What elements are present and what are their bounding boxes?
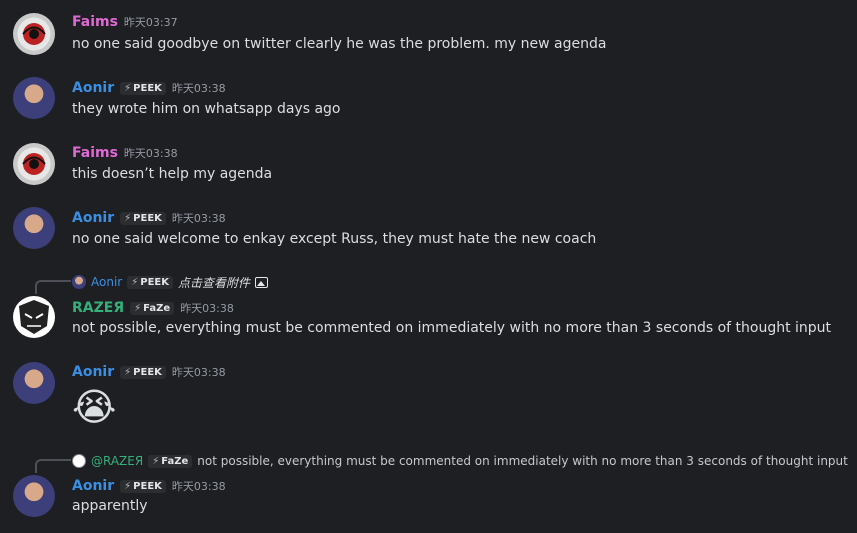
message-text: apparently [72,498,148,514]
author-name[interactable]: Faims [72,14,118,30]
reply-preview[interactable]: @RAZEЯ ⚡ FaZe not possible, everything mu… [72,453,848,469]
chat-message-list: Faims 昨天03:37 no one said goodbye on twi… [0,0,857,533]
timestamp: 昨天03:38 [171,82,226,95]
clan-tag: ⚡ FaZe [148,454,193,468]
message-header: Aonir ⚡ PEEK 昨天03:38 [72,362,226,382]
bolt-icon: ⚡ [124,480,132,492]
clan-tag-label: PEEK [133,82,162,94]
bolt-icon: ⚡ [152,455,160,467]
bolt-icon: ⚡ [124,82,132,94]
image-icon [255,276,269,288]
reply-avatar [72,454,86,468]
avatar[interactable] [13,13,55,55]
author-name[interactable]: RAZEЯ [72,300,124,316]
author-name[interactable]: Faims [72,145,118,161]
timestamp: 昨天03:38 [171,212,226,225]
avatar[interactable] [13,143,55,185]
bolt-icon: ⚡ [131,276,139,288]
avatar[interactable] [13,296,55,338]
message-text: this doesn’t help my agenda [72,166,273,182]
reply-author[interactable]: Aonir [91,275,122,289]
message-header: RAZEЯ ⚡ FaZe 昨天03:38 [72,298,234,318]
author-name[interactable]: Aonir [72,478,114,494]
message-header: Aonir ⚡ PEEK 昨天03:38 [72,78,226,98]
message-text: no one said goodbye on twitter clearly h… [72,36,607,52]
timestamp: 昨天03:37 [123,16,178,29]
avatar[interactable] [13,77,55,119]
message-text: no one said welcome to enkay except Russ… [72,231,597,247]
clan-tag-label: PEEK [133,480,162,492]
clan-tag: ⚡ PEEK [127,275,173,289]
reply-preview[interactable]: Aonir ⚡ PEEK 点击查看附件 [72,274,269,291]
crying-emoji[interactable]: 😭 [72,384,118,430]
clan-tag-label: PEEK [133,366,162,378]
clan-tag[interactable]: ⚡ PEEK [120,81,166,95]
clan-tag-label: FaZe [161,455,189,467]
bolt-icon: ⚡ [124,366,132,378]
author-name[interactable]: Aonir [72,364,114,380]
message-text: not possible, everything must be comment… [72,320,832,336]
reply-connector [35,280,71,294]
message-header: Faims 昨天03:37 [72,12,178,32]
avatar[interactable] [13,362,55,404]
avatar[interactable] [13,475,55,517]
timestamp: 昨天03:38 [180,302,234,315]
clan-tag-label: PEEK [133,212,162,224]
message-header: Aonir ⚡ PEEK 昨天03:38 [72,208,226,228]
message-header: Aonir ⚡ PEEK 昨天03:38 [72,476,226,496]
bolt-icon: ⚡ [134,302,142,314]
timestamp: 昨天03:38 [123,147,178,160]
reply-attachment-text[interactable]: 点击查看附件 [178,274,250,291]
timestamp: 昨天03:38 [171,366,226,379]
reply-avatar [72,275,86,289]
timestamp: 昨天03:38 [171,480,226,493]
reply-author[interactable]: @RAZEЯ [91,454,143,468]
clan-tag-label: FaZe [143,302,171,314]
clan-tag-label: PEEK [140,276,169,288]
message-text: they wrote him on whatsapp days ago [72,101,341,117]
reply-connector [35,459,71,473]
clan-tag[interactable]: ⚡ PEEK [120,211,166,225]
clan-tag[interactable]: ⚡ PEEK [120,365,166,379]
clan-tag[interactable]: ⚡ FaZe [130,301,175,315]
message-header: Faims 昨天03:38 [72,143,178,163]
author-name[interactable]: Aonir [72,80,114,96]
avatar[interactable] [13,207,55,249]
reply-text[interactable]: not possible, everything must be comment… [197,454,848,468]
clan-tag[interactable]: ⚡ PEEK [120,479,166,493]
bolt-icon: ⚡ [124,212,132,224]
author-name[interactable]: Aonir [72,210,114,226]
